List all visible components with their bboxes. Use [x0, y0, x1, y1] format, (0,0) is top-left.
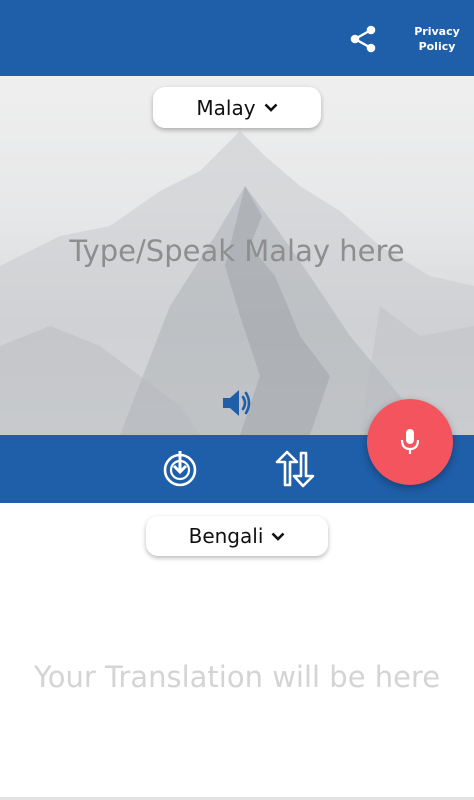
source-language-label: Malay: [196, 95, 256, 120]
app-bar: Privacy Policy: [0, 0, 474, 76]
source-language-selector[interactable]: Malay: [153, 87, 321, 128]
source-pane: Malay: [0, 76, 474, 435]
target-language-label: Bengali: [188, 524, 264, 548]
swap-arrows-icon[interactable]: [272, 450, 316, 488]
translation-output: Your Translation will be here: [33, 660, 441, 694]
target-language-selector[interactable]: Bengali: [146, 516, 328, 556]
share-icon[interactable]: [349, 24, 377, 54]
microphone-icon: [400, 429, 420, 454]
download-circle-icon[interactable]: [160, 449, 200, 489]
chevron-down-icon: [264, 103, 277, 112]
source-text-input[interactable]: [0, 234, 474, 268]
privacy-policy-link[interactable]: Privacy Policy: [408, 24, 466, 54]
privacy-label-line1: Privacy: [414, 25, 460, 38]
microphone-button[interactable]: [367, 399, 453, 485]
privacy-label-line2: Policy: [418, 40, 456, 53]
chevron-down-icon: [271, 532, 285, 541]
volume-icon[interactable]: [221, 388, 253, 418]
